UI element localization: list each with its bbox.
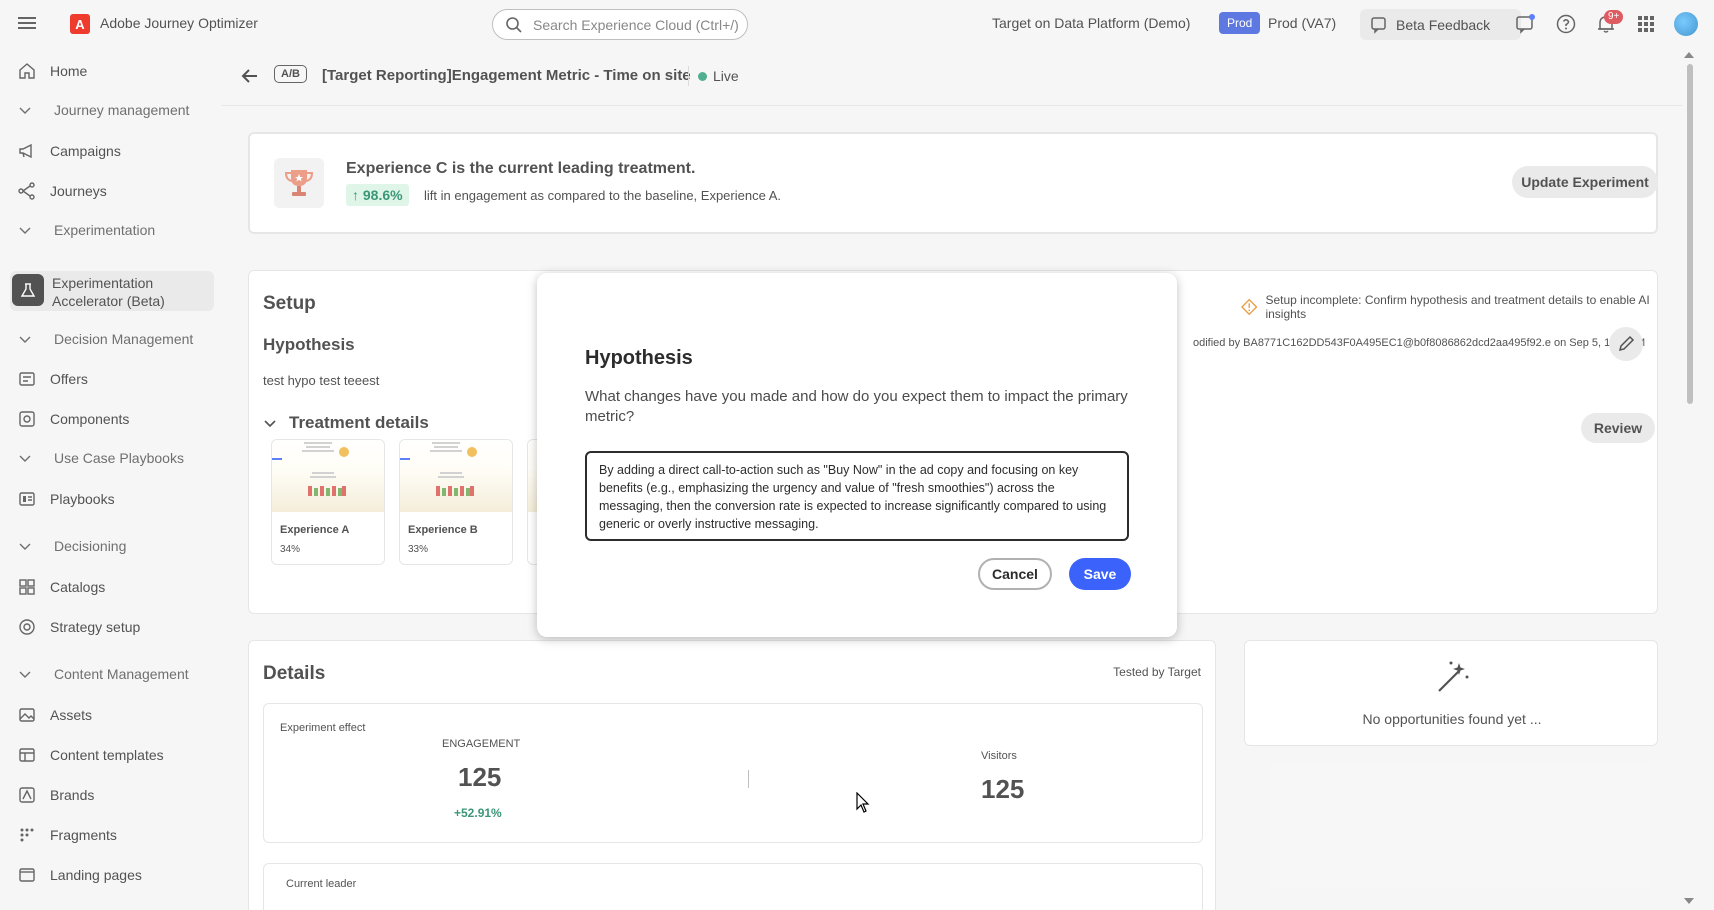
hypothesis-dialog: Hypothesis What changes have you made an… <box>537 273 1177 637</box>
mouse-cursor-icon <box>856 792 870 813</box>
save-button[interactable]: Save <box>1069 558 1131 590</box>
cancel-button[interactable]: Cancel <box>978 558 1052 590</box>
dialog-title: Hypothesis <box>585 347 693 369</box>
hypothesis-textarea[interactable]: By adding a direct call-to-action such a… <box>585 451 1129 541</box>
dialog-question: What changes have you made and how do yo… <box>585 388 1128 425</box>
